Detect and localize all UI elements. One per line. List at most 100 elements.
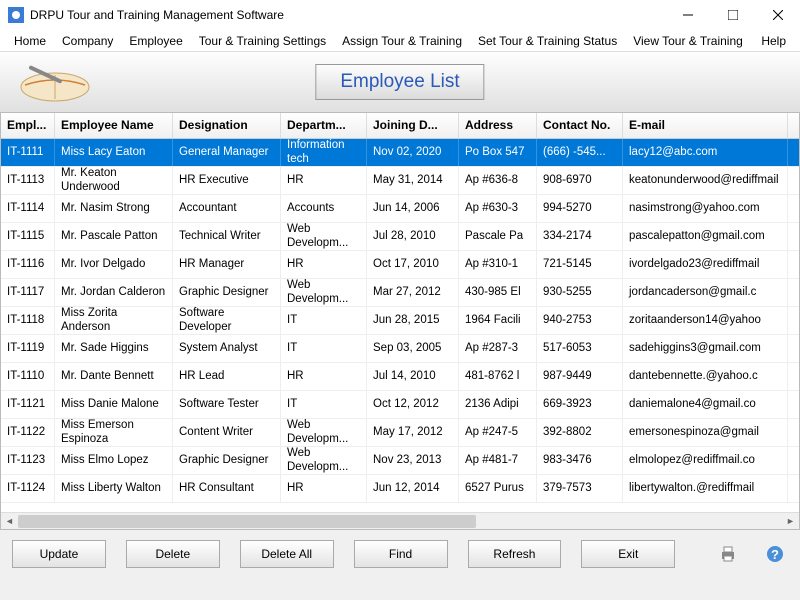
col-header-name[interactable]: Employee Name <box>55 113 173 138</box>
cell-join: May 31, 2014 <box>367 167 459 194</box>
cell-contact: 721-5145 <box>537 251 623 278</box>
table-row[interactable]: IT-1115Mr. Pascale PattonTechnical Write… <box>1 223 799 251</box>
cell-join: Jun 14, 2006 <box>367 195 459 222</box>
scroll-thumb[interactable] <box>18 515 476 528</box>
cell-name: Miss Danie Malone <box>55 391 173 418</box>
footer-toolbar: Update Delete Delete All Find Refresh Ex… <box>0 530 800 578</box>
menu-assign-tour[interactable]: Assign Tour & Training <box>334 32 470 50</box>
exit-button[interactable]: Exit <box>581 540 675 568</box>
cell-contact: (666) -545... <box>537 139 623 166</box>
table-row[interactable]: IT-1124Miss Liberty WaltonHR ConsultantH… <box>1 475 799 503</box>
col-header-id[interactable]: Empl... <box>1 113 55 138</box>
cell-join: May 17, 2012 <box>367 419 459 446</box>
table-row[interactable]: IT-1117Mr. Jordan CalderonGraphic Design… <box>1 279 799 307</box>
menu-view-tour[interactable]: View Tour & Training <box>625 32 751 50</box>
table-row[interactable]: IT-1118Miss Zorita AndersonSoftware Deve… <box>1 307 799 335</box>
cell-contact: 669-3923 <box>537 391 623 418</box>
cell-desig: Content Writer <box>173 419 281 446</box>
menu-company[interactable]: Company <box>54 32 121 50</box>
cell-addr: Ap #481-7 <box>459 447 537 474</box>
delete-button[interactable]: Delete <box>126 540 220 568</box>
table-row[interactable]: IT-1113Mr. Keaton UnderwoodHR ExecutiveH… <box>1 167 799 195</box>
cell-contact: 392-8802 <box>537 419 623 446</box>
minimize-button[interactable] <box>665 0 710 30</box>
close-button[interactable] <box>755 0 800 30</box>
cell-addr: Ap #310-1 <box>459 251 537 278</box>
cell-addr: Pascale Pa <box>459 223 537 250</box>
cell-email: libertywalton.@rediffmail <box>623 475 788 502</box>
cell-join: Oct 12, 2012 <box>367 391 459 418</box>
cell-email: daniemalone4@gmail.co <box>623 391 788 418</box>
menu-employee[interactable]: Employee <box>121 32 190 50</box>
col-header-designation[interactable]: Designation <box>173 113 281 138</box>
cell-id: IT-1116 <box>1 251 55 278</box>
print-button[interactable] <box>715 540 741 568</box>
cell-email: keatonunderwood@rediffmail <box>623 167 788 194</box>
help-button[interactable]: ? <box>762 540 788 568</box>
cell-email: jordancaderson@gmail.c <box>623 279 788 306</box>
table-row[interactable]: IT-1111Miss Lacy EatonGeneral ManagerInf… <box>1 139 799 167</box>
cell-name: Mr. Nasim Strong <box>55 195 173 222</box>
cell-join: Jul 28, 2010 <box>367 223 459 250</box>
cell-email: pascalepatton@gmail.com <box>623 223 788 250</box>
col-header-department[interactable]: Departm... <box>281 113 367 138</box>
cell-id: IT-1117 <box>1 279 55 306</box>
scroll-track[interactable] <box>18 513 782 529</box>
cell-addr: 1964 Facili <box>459 307 537 334</box>
cell-contact: 908-6970 <box>537 167 623 194</box>
scroll-left-arrow[interactable]: ◄ <box>1 513 18 530</box>
delete-all-button[interactable]: Delete All <box>240 540 334 568</box>
cell-name: Mr. Jordan Calderon <box>55 279 173 306</box>
maximize-button[interactable] <box>710 0 755 30</box>
table-row[interactable]: IT-1116Mr. Ivor DelgadoHR ManagerHROct 1… <box>1 251 799 279</box>
cell-desig: Software Developer <box>173 307 281 334</box>
col-header-email[interactable]: E-mail <box>623 113 788 138</box>
cell-email: nasimstrong@yahoo.com <box>623 195 788 222</box>
scroll-right-arrow[interactable]: ► <box>782 513 799 530</box>
cell-desig: Accountant <box>173 195 281 222</box>
cell-contact: 930-5255 <box>537 279 623 306</box>
cell-desig: System Analyst <box>173 335 281 362</box>
cell-contact: 517-6053 <box>537 335 623 362</box>
cell-id: IT-1111 <box>1 139 55 166</box>
menu-home[interactable]: Home <box>6 32 54 50</box>
find-button[interactable]: Find <box>354 540 448 568</box>
col-header-contact[interactable]: Contact No. <box>537 113 623 138</box>
cell-join: Nov 02, 2020 <box>367 139 459 166</box>
cell-contact: 994-5270 <box>537 195 623 222</box>
grid-header: Empl... Employee Name Designation Depart… <box>1 113 799 139</box>
menu-help[interactable]: Help <box>753 32 794 50</box>
cell-desig: HR Executive <box>173 167 281 194</box>
cell-contact: 983-3476 <box>537 447 623 474</box>
cell-dept: IT <box>281 391 367 418</box>
refresh-button[interactable]: Refresh <box>468 540 562 568</box>
cell-email: lacy12@abc.com <box>623 139 788 166</box>
cell-email: dantebennette.@yahoo.c <box>623 363 788 390</box>
notebook-icon <box>10 57 100 107</box>
cell-desig: General Manager <box>173 139 281 166</box>
table-row[interactable]: IT-1121Miss Danie MaloneSoftware TesterI… <box>1 391 799 419</box>
cell-dept: Web Developm... <box>281 279 367 306</box>
cell-addr: 430-985 El <box>459 279 537 306</box>
cell-dept: Information tech <box>281 139 367 166</box>
table-row[interactable]: IT-1123Miss Elmo LopezGraphic DesignerWe… <box>1 447 799 475</box>
menu-tour-settings[interactable]: Tour & Training Settings <box>191 32 334 50</box>
cell-contact: 379-7573 <box>537 475 623 502</box>
col-header-address[interactable]: Address <box>459 113 537 138</box>
table-row[interactable]: IT-1122Miss Emerson EspinozaContent Writ… <box>1 419 799 447</box>
cell-id: IT-1118 <box>1 307 55 334</box>
table-row[interactable]: IT-1119Mr. Sade HigginsSystem AnalystITS… <box>1 335 799 363</box>
cell-email: sadehiggins3@gmail.com <box>623 335 788 362</box>
menubar: Home Company Employee Tour & Training Se… <box>0 30 800 52</box>
cell-id: IT-1119 <box>1 335 55 362</box>
cell-join: Mar 27, 2012 <box>367 279 459 306</box>
update-button[interactable]: Update <box>12 540 106 568</box>
horizontal-scrollbar[interactable]: ◄ ► <box>1 512 799 529</box>
menu-set-status[interactable]: Set Tour & Training Status <box>470 32 625 50</box>
table-row[interactable]: IT-1114Mr. Nasim StrongAccountantAccount… <box>1 195 799 223</box>
cell-desig: HR Manager <box>173 251 281 278</box>
col-header-joining-date[interactable]: Joining D... <box>367 113 459 138</box>
table-row[interactable]: IT-1110Mr. Dante BennettHR LeadHRJul 14,… <box>1 363 799 391</box>
cell-join: Jun 28, 2015 <box>367 307 459 334</box>
cell-id: IT-1124 <box>1 475 55 502</box>
